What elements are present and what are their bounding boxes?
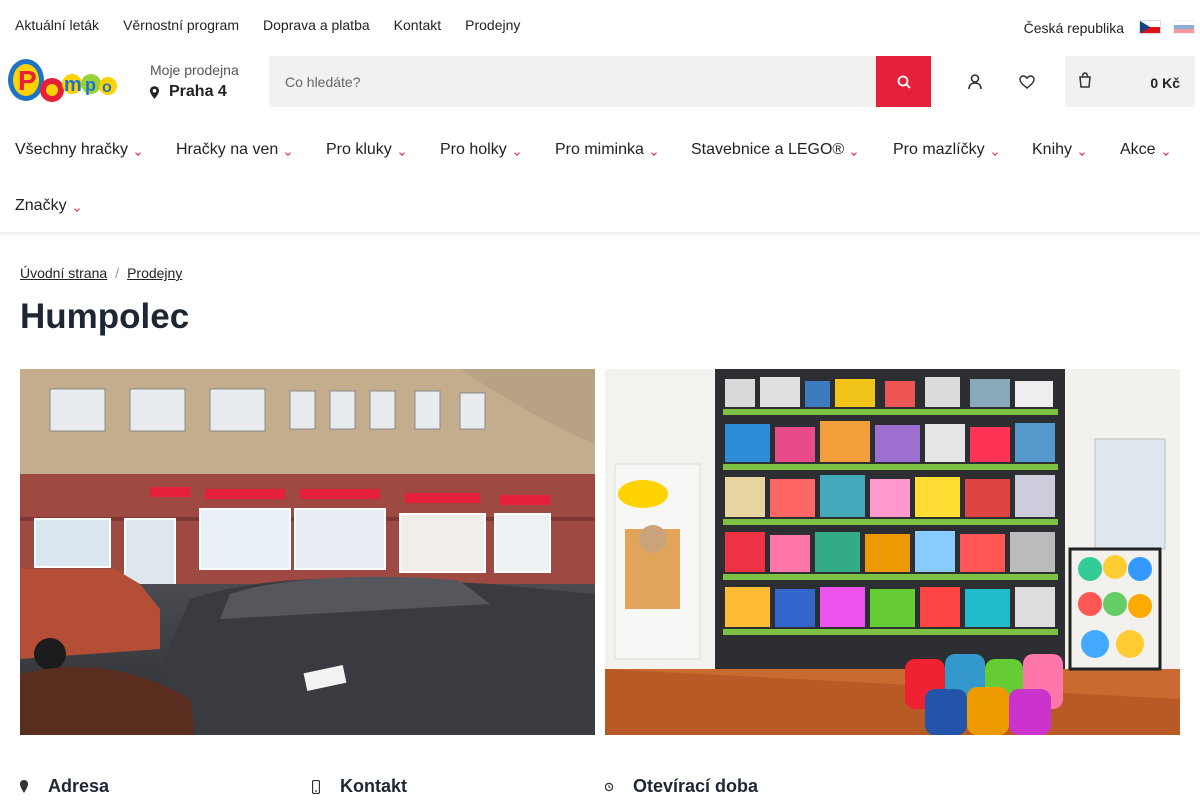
svg-text:P: P	[18, 65, 37, 96]
phone-icon	[312, 779, 320, 794]
clock-icon	[605, 782, 613, 791]
nav-item-pro-kluky[interactable]: Pro kluky	[326, 141, 405, 159]
nav-item-label: Všechny hračky	[15, 141, 128, 158]
cart-icon	[1079, 72, 1091, 88]
svg-text:m: m	[64, 74, 82, 96]
nav-item-label: Hračky na ven	[176, 141, 279, 158]
svg-text:o: o	[102, 79, 112, 96]
breadcrumb-stores-link[interactable]: Prodejny	[127, 265, 182, 281]
nav-item-vsechny-hracky[interactable]: Všechny hračky	[15, 141, 141, 159]
chevron-down-icon	[398, 150, 405, 156]
top-link-prodejny[interactable]: Prodejny	[465, 17, 520, 33]
nav-item-knihy[interactable]: Knihy	[1032, 141, 1085, 159]
info-hours-heading: Otevírací doba	[605, 776, 758, 797]
nav-item-hracky-na-ven[interactable]: Hračky na ven	[176, 141, 292, 159]
search-button[interactable]	[876, 56, 931, 107]
wishlist-button[interactable]	[1015, 70, 1039, 94]
nav-item-label: Pro holky	[440, 141, 507, 158]
info-contact-heading: Kontakt	[312, 776, 407, 797]
chevron-down-icon	[1162, 150, 1169, 156]
nav-item-pro-mazlicky[interactable]: Pro mazlíčky	[893, 141, 998, 159]
user-icon	[968, 74, 982, 90]
top-link-doprava-platba[interactable]: Doprava a platba	[263, 17, 370, 33]
nav-item-znacky[interactable]: Značky	[15, 197, 80, 215]
info-address-heading: Adresa	[20, 776, 109, 797]
nav-item-label: Pro kluky	[326, 141, 392, 158]
chevron-down-icon	[513, 150, 520, 156]
nav-item-label: Knihy	[1032, 141, 1073, 158]
my-store-label: Moje prodejna	[150, 62, 239, 78]
chevron-down-icon	[651, 150, 657, 156]
store-interior-photo[interactable]	[605, 369, 1180, 735]
cart-total: 0 Kč	[1150, 75, 1180, 91]
my-store-value-row: Praha 4	[150, 83, 239, 101]
top-link-letak[interactable]: Aktuální leták	[15, 17, 99, 33]
flag-cz-icon[interactable]	[1139, 20, 1161, 34]
nav-item-label: Pro miminka	[555, 141, 644, 158]
pompo-logo-icon: P m p o	[8, 59, 117, 102]
store-exterior-image	[20, 369, 595, 735]
chevron-down-icon	[135, 150, 141, 156]
nav-item-stavebnice-lego[interactable]: Stavebnice a LEGO®	[691, 141, 858, 159]
nav-item-akce[interactable]: Akce	[1120, 141, 1169, 159]
chevron-down-icon	[285, 150, 292, 156]
top-links: Aktuální leták Věrnostní program Doprava…	[15, 17, 520, 33]
breadcrumb-separator: /	[115, 265, 120, 281]
top-link-vernostni-program[interactable]: Věrnostní program	[123, 17, 239, 33]
map-pin-icon	[20, 779, 28, 793]
nav-item-pro-miminka[interactable]: Pro miminka	[555, 141, 657, 159]
info-contact-label: Kontakt	[340, 776, 407, 796]
heart-icon	[1019, 75, 1035, 89]
account-button[interactable]	[963, 70, 987, 94]
chevron-down-icon	[1079, 150, 1085, 156]
search-icon	[897, 75, 911, 89]
info-hours-label: Otevírací doba	[633, 776, 759, 796]
svg-text:p: p	[85, 75, 96, 95]
info-address-label: Adresa	[48, 776, 110, 796]
map-pin-icon	[150, 85, 159, 99]
search-input[interactable]	[269, 56, 877, 107]
nav-item-pro-holky[interactable]: Pro holky	[440, 141, 520, 159]
nav-item-label: Pro mazlíčky	[893, 141, 985, 158]
nav-item-label: Akce	[1120, 141, 1156, 158]
chevron-down-icon	[73, 206, 80, 212]
breadcrumb: Úvodní strana / Prodejny	[20, 265, 182, 281]
my-store[interactable]: Moje prodejna Praha 4	[150, 62, 239, 101]
nav-item-label: Značky	[15, 197, 67, 214]
flag-sk-icon[interactable]	[1173, 20, 1195, 34]
country-selector[interactable]: Česká republika	[1024, 20, 1124, 36]
my-store-value: Praha 4	[169, 83, 227, 100]
store-interior-image	[605, 369, 1180, 735]
cart-button[interactable]: 0 Kč	[1065, 56, 1195, 107]
main-navigation: Všechny hračky Hračky na ven Pro kluky P…	[0, 120, 1200, 233]
store-exterior-photo[interactable]	[20, 369, 595, 735]
chevron-down-icon	[851, 150, 858, 156]
top-bar: Aktuální leták Věrnostní program Doprava…	[0, 0, 1200, 52]
top-link-kontakt[interactable]: Kontakt	[394, 17, 441, 33]
chevron-down-icon	[991, 150, 998, 156]
breadcrumb-home-link[interactable]: Úvodní strana	[20, 265, 107, 281]
nav-item-label: Stavebnice a LEGO®	[691, 141, 845, 158]
pompo-logo[interactable]: P m p o	[6, 54, 120, 108]
page-title: Humpolec	[20, 297, 190, 336]
